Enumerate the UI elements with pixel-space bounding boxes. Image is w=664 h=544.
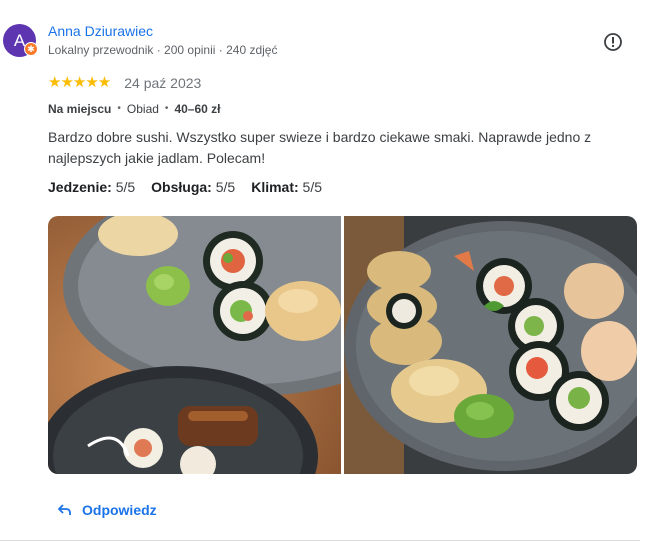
score-service: Obsługa: 5/5 <box>151 178 235 196</box>
avatar[interactable]: A ✱ <box>3 24 38 57</box>
attribute-service-type: Na miejscu <box>48 102 112 116</box>
rating-row: ★★★★★ 24 paź 2023 <box>48 74 201 92</box>
divider <box>0 540 640 541</box>
score-label: Jedzenie: <box>48 179 112 195</box>
star-rating: ★★★★★ <box>48 74 111 91</box>
review-date: 24 paź 2023 <box>124 75 202 91</box>
attribute-meal-type: Obiad <box>126 102 159 116</box>
separator-dot: • <box>117 103 121 114</box>
review-photo-1[interactable] <box>48 216 341 474</box>
score-value: 5/5 <box>115 179 136 195</box>
score-value: 5/5 <box>215 179 236 195</box>
review-text: Bardzo dobre sushi. Wszystko super swiez… <box>48 129 592 166</box>
score-atmosphere: Klimat: 5/5 <box>251 178 322 196</box>
review-photo-2[interactable] <box>344 216 637 474</box>
review-scores: Jedzenie: 5/5 Obsługa: 5/5 Klimat: 5/5 <box>48 178 338 196</box>
separator-dot: • <box>164 103 169 114</box>
review-attributes: Na miejscu • Obiad • 40–60 zł <box>48 101 220 117</box>
reply-button[interactable]: Odpowiedz <box>58 501 157 519</box>
local-guide-badge-icon: ✱ <box>24 42 38 56</box>
reviewer-name[interactable]: Anna Dziurawiec <box>48 23 153 39</box>
flag-icon[interactable] <box>603 32 623 52</box>
reply-arrow-icon <box>58 504 71 515</box>
attribute-price: 40–60 zł <box>174 102 221 116</box>
reply-label: Odpowiedz <box>82 502 157 518</box>
score-food: Jedzenie: 5/5 <box>48 178 135 196</box>
score-label: Klimat: <box>251 179 299 195</box>
score-value: 5/5 <box>302 179 323 195</box>
score-label: Obsługa: <box>151 179 212 195</box>
review-photos <box>48 216 637 474</box>
reviewer-meta: Lokalny przewodnik · 200 opinii · 240 zd… <box>48 43 278 57</box>
